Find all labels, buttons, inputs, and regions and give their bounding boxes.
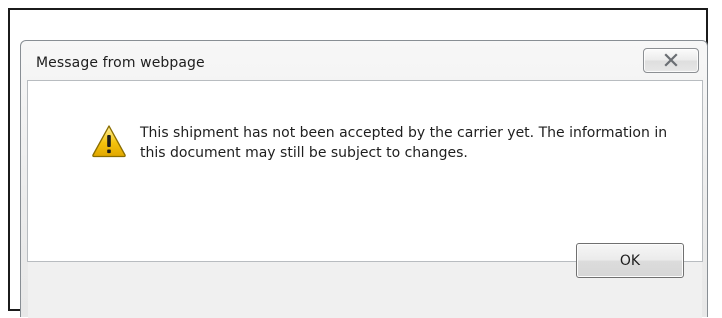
ok-button[interactable]: OK (576, 243, 684, 278)
message-dialog: Message from webpage This shipment has n… (20, 40, 708, 318)
dialog-message: This shipment has not been accepted by t… (140, 125, 668, 161)
warning-icon (92, 125, 126, 158)
close-icon (664, 53, 678, 67)
close-button[interactable] (643, 48, 699, 73)
dialog-title: Message from webpage (36, 55, 205, 71)
dialog-titlebar: Message from webpage (21, 41, 707, 81)
dialog-content: This shipment has not been accepted by t… (27, 80, 703, 262)
